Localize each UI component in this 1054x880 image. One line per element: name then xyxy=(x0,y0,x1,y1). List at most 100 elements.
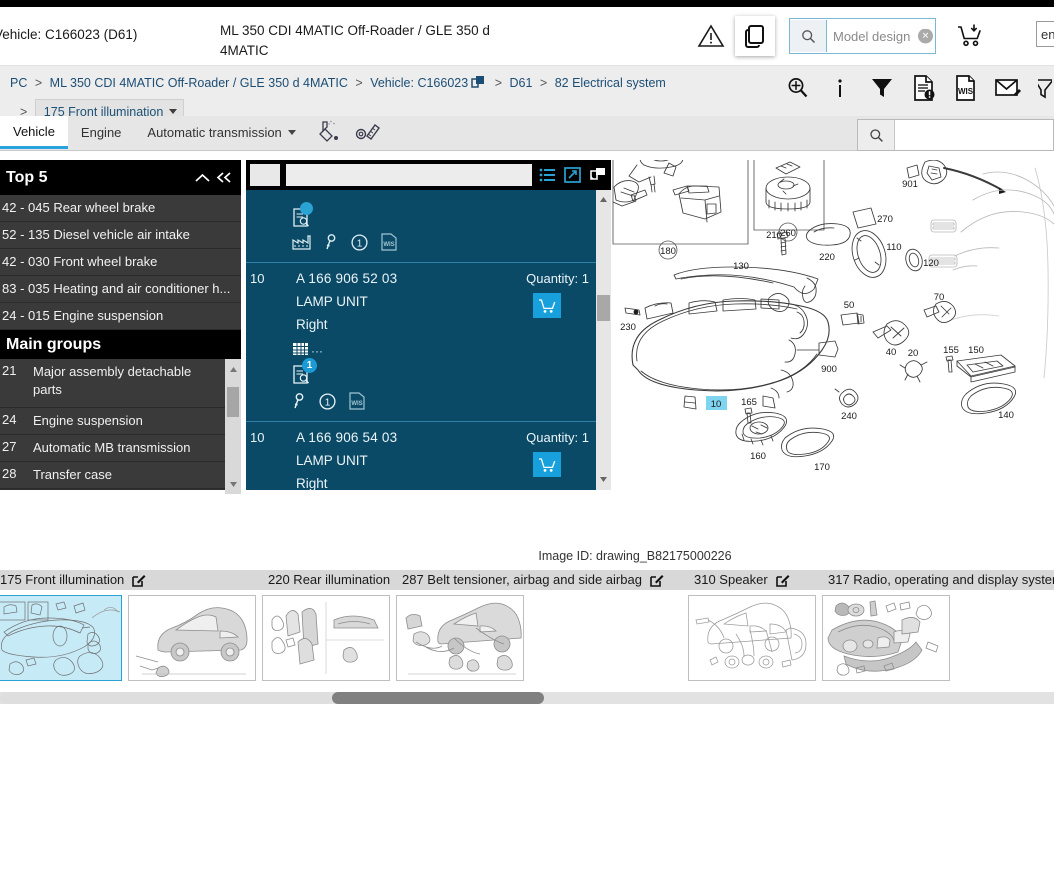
tab-engine[interactable]: Engine xyxy=(68,116,134,149)
circled-one-icon[interactable]: 1 xyxy=(319,392,336,413)
breadcrumb-toolbar: WIS xyxy=(786,74,1054,102)
mail-edit-icon[interactable] xyxy=(995,74,1021,102)
breadcrumb-item-electrical[interactable]: 82 Electrical system xyxy=(555,76,666,90)
factory-icon[interactable] xyxy=(292,234,311,253)
key-icon[interactable] xyxy=(292,392,306,413)
expand-icon[interactable] xyxy=(562,163,582,187)
partial-icon[interactable] xyxy=(1038,74,1052,102)
circled-one-icon[interactable]: 1 xyxy=(351,233,368,254)
main-group-item-24[interactable]: 24 Engine suspension xyxy=(0,408,241,435)
edit-icon[interactable] xyxy=(650,573,664,587)
tab-automatic-transmission[interactable]: Automatic transmission xyxy=(134,116,308,149)
scrollbar-thumb[interactable] xyxy=(227,387,239,417)
svg-text:WIS: WIS xyxy=(351,401,362,407)
document-search-icon[interactable] xyxy=(292,202,595,227)
language-selector[interactable]: en xyxy=(1036,21,1054,47)
clear-icon[interactable]: ✕ xyxy=(918,28,933,44)
vehicle-model-label: ML 350 CDI 4MATIC Off-Roader / GLE 350 d… xyxy=(220,23,490,58)
thumbnail-group-header[interactable]: 310 Speaker xyxy=(688,570,822,590)
thumbnail-group-header[interactable]: 287 Belt tensioner, airbag and side airb… xyxy=(396,570,688,590)
parts-list-scrollbar[interactable] xyxy=(596,190,611,490)
thumbnail-item[interactable] xyxy=(262,595,390,681)
filter-icon[interactable] xyxy=(870,74,894,102)
parts-panel-search-input[interactable] xyxy=(286,164,532,186)
zoom-in-icon[interactable] xyxy=(786,74,810,102)
main-group-item-28[interactable]: 28 Transfer case xyxy=(0,462,241,489)
top5-item-1[interactable]: 52 - 135 Diesel vehicle air intake xyxy=(0,222,241,249)
part-item-partial[interactable]: 1 WIS xyxy=(246,190,611,263)
thumbnail-group-items xyxy=(822,590,1054,681)
main-groups-scrollbar[interactable] xyxy=(225,359,241,494)
parts-search-input[interactable] xyxy=(895,120,1053,150)
top5-item-2[interactable]: 42 - 030 Front wheel brake xyxy=(0,249,241,276)
thumbnail-item[interactable] xyxy=(396,595,524,681)
double-chevron-left-icon[interactable] xyxy=(213,166,235,190)
parts-list-panel: 1 WIS 10 A 166 906 52 03 LAMP UNIT Right… xyxy=(246,160,611,490)
chevron-up-icon[interactable] xyxy=(191,166,213,190)
svg-text:1: 1 xyxy=(357,238,363,249)
breadcrumb-separator: > xyxy=(355,76,363,90)
top5-item-0[interactable]: 42 - 045 Rear wheel brake xyxy=(0,195,241,222)
duplicate-icon[interactable] xyxy=(470,75,485,96)
model-design-search[interactable]: Model design ✕ xyxy=(789,18,936,54)
wis-doc-icon[interactable]: WIS xyxy=(349,392,365,413)
breadcrumb-item-vehicle[interactable]: Vehicle: C166023 xyxy=(370,76,468,90)
bolt-screw-icon[interactable] xyxy=(355,120,381,145)
document-search-icon[interactable]: 1 xyxy=(292,358,317,387)
svg-text:130: 130 xyxy=(733,261,749,272)
key-icon[interactable] xyxy=(324,233,338,254)
tab-vehicle[interactable]: Vehicle xyxy=(0,116,68,149)
document-alert-icon[interactable] xyxy=(912,74,936,102)
thumbnail-group-220: 220 Rear illumination xyxy=(262,570,412,681)
parts-filter-box[interactable] xyxy=(250,164,280,186)
breadcrumb-item-pc[interactable]: PC xyxy=(10,76,27,90)
add-to-cart-button[interactable] xyxy=(533,452,561,477)
parts-diagram-panel[interactable]: 180 260 250 xyxy=(611,160,1054,490)
epc-application: Vehicle: C166023 (D61) ML 350 CDI 4MATIC… xyxy=(0,0,1054,880)
thumbnail-item-selected[interactable] xyxy=(0,595,122,681)
edit-icon[interactable] xyxy=(775,573,790,587)
thumbnail-item[interactable] xyxy=(822,595,950,681)
edit-icon[interactable] xyxy=(132,573,146,587)
model-design-input[interactable]: Model design ✕ xyxy=(827,28,935,44)
parts-search-box[interactable] xyxy=(857,119,1054,151)
breadcrumb-item-d61[interactable]: D61 xyxy=(509,76,532,90)
shopping-cart-icon[interactable] xyxy=(948,16,992,56)
thumbnail-group-header[interactable]: 220 Rear illumination xyxy=(262,570,412,590)
main-group-item-27[interactable]: 27 Automatic MB transmission xyxy=(0,435,241,462)
scrollbar-thumb[interactable] xyxy=(597,295,610,321)
thumbnail-group-header[interactable]: 175 Front illumination xyxy=(0,570,262,590)
thumbnail-group-header[interactable]: 317 Radio, operating and display system xyxy=(822,570,1054,590)
part-item[interactable]: 10 A 166 906 52 03 LAMP UNIT Right Quant… xyxy=(246,263,611,422)
wis-doc-icon[interactable]: WIS xyxy=(381,233,397,254)
top5-item-3[interactable]: 83 - 035 Heating and air conditioner h..… xyxy=(0,276,241,303)
scrollbar-track[interactable] xyxy=(0,692,332,704)
scroll-up-icon[interactable] xyxy=(596,192,611,207)
scroll-up-icon[interactable] xyxy=(225,361,241,377)
wis-document-icon[interactable]: WIS xyxy=(954,74,978,102)
main-group-number: 24 xyxy=(2,412,17,427)
warning-triangle-icon[interactable] xyxy=(693,18,729,54)
thumbnail-item[interactable] xyxy=(128,595,256,681)
thumbnail-item[interactable] xyxy=(688,595,816,681)
info-icon[interactable] xyxy=(828,74,852,102)
list-view-icon[interactable] xyxy=(537,163,557,187)
main-group-label: Engine suspension xyxy=(33,413,143,428)
main-group-item-21[interactable]: 21 Major assembly detachable parts xyxy=(0,359,241,408)
top5-item-4[interactable]: 24 - 015 Engine suspension xyxy=(0,303,241,330)
tab-automatic-transmission-label: Automatic transmission xyxy=(147,125,282,140)
paint-color-icon[interactable] xyxy=(318,120,343,145)
scrollbar-thumb[interactable] xyxy=(332,692,544,704)
grid-table-icon[interactable] xyxy=(292,341,309,360)
copy-icon[interactable] xyxy=(735,16,775,56)
breadcrumb-separator: > xyxy=(494,76,502,90)
thumbnail-horizontal-scrollbar[interactable] xyxy=(0,692,1054,704)
parts-list-body: 1 WIS 10 A 166 906 52 03 LAMP UNIT Right… xyxy=(246,190,611,490)
scroll-down-icon[interactable] xyxy=(596,472,611,487)
add-to-cart-button[interactable] xyxy=(533,293,561,318)
part-item[interactable]: 10 A 166 906 54 03 LAMP UNIT Right Quant… xyxy=(246,422,611,490)
svg-text:900: 900 xyxy=(821,364,837,375)
popout-window-icon[interactable] xyxy=(587,163,607,187)
breadcrumb-item-model[interactable]: ML 350 CDI 4MATIC Off-Roader / GLE 350 d… xyxy=(50,76,348,90)
scroll-down-icon[interactable] xyxy=(225,476,241,492)
